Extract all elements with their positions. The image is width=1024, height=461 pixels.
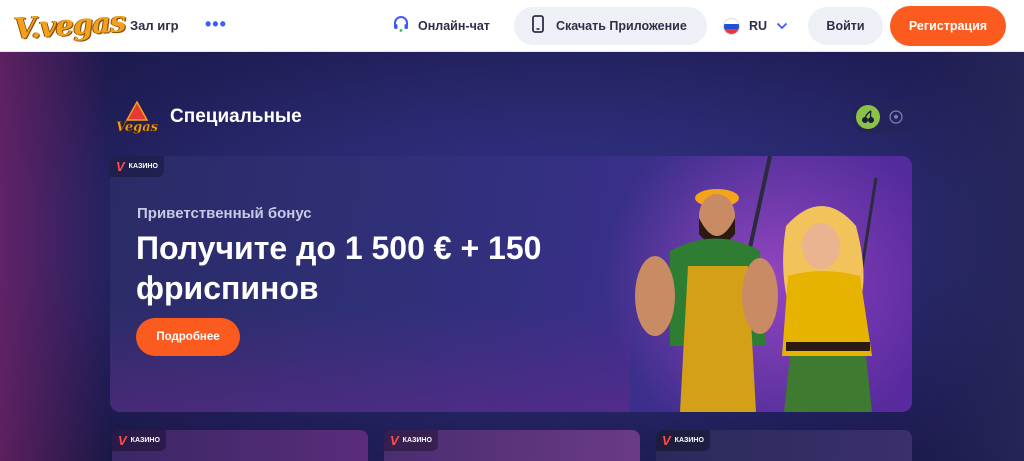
fishermen-illustration (635, 156, 878, 412)
category-toggle[interactable] (852, 101, 914, 133)
chevron-down-icon (776, 17, 788, 35)
phone-icon (532, 14, 544, 38)
register-button[interactable]: Регистрация (890, 6, 1006, 46)
online-chat-button[interactable]: Онлайн-чат (392, 15, 490, 38)
badge-label: КАЗИНО (674, 437, 704, 444)
nav-games-hall[interactable]: Зал игр (130, 18, 179, 33)
details-button[interactable]: Подробнее (136, 318, 240, 356)
banner-subtitle: Приветственный бонус (137, 205, 312, 222)
login-button[interactable]: Войти (808, 7, 883, 45)
casino-card[interactable]: V КАЗИНО (384, 430, 640, 461)
section-vegas-logo: Vegas (114, 100, 160, 136)
download-app-button[interactable]: Скачать Приложение (514, 7, 707, 45)
v-logo-icon: V (390, 433, 399, 448)
download-app-label: Скачать Приложение (556, 19, 687, 33)
cherries-icon[interactable] (856, 105, 880, 129)
casino-card[interactable]: V КАЗИНО (656, 430, 912, 461)
svg-text:Vegas: Vegas (116, 120, 159, 135)
banner-title: Получите до 1 500 € + 150 фриспинов (136, 230, 542, 306)
v-logo-icon: V (116, 159, 125, 174)
casino-badge: V КАЗИНО (112, 430, 166, 451)
v-logo-icon: V (662, 433, 671, 448)
badge-label: КАЗИНО (128, 163, 158, 170)
top-navbar: V.vegas Зал игр ••• Онлайн-чат Скачать П… (0, 0, 1024, 52)
welcome-bonus-banner[interactable]: V КАЗИНО Приветственный бонус Получите д… (110, 156, 912, 412)
casino-badge: V КАЗИНО (656, 430, 710, 451)
language-selector[interactable]: RU (723, 14, 788, 38)
chat-label: Онлайн-чат (418, 19, 490, 33)
casino-badge: V КАЗИНО (110, 156, 164, 177)
casino-card[interactable]: V КАЗИНО (112, 430, 368, 461)
language-label: RU (749, 19, 768, 33)
site-logo[interactable]: V.vegas (13, 4, 126, 46)
section-title: Специальные (170, 106, 302, 127)
casino-badge: V КАЗИНО (384, 430, 438, 451)
russia-flag-icon (723, 17, 740, 35)
v-logo-icon: V (118, 433, 127, 448)
more-menu-button[interactable]: ••• (205, 14, 227, 35)
badge-label: КАЗИНО (402, 437, 432, 444)
logo-text: V.vegas (12, 4, 127, 46)
soccer-ball-icon[interactable] (884, 105, 908, 129)
badge-label: КАЗИНО (130, 437, 160, 444)
headset-icon (392, 15, 410, 38)
